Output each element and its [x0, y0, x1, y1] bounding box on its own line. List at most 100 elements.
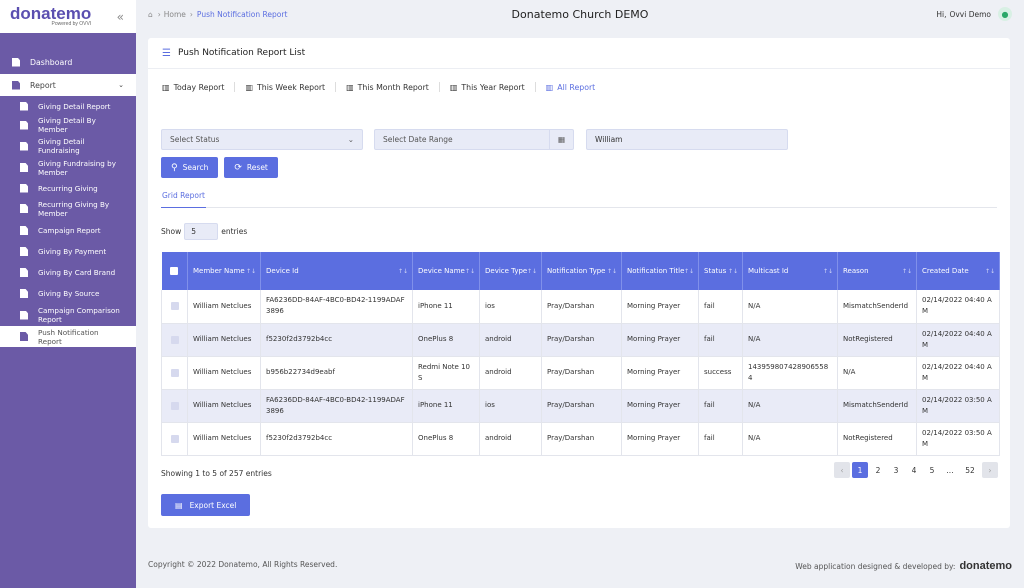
breadcrumb: ⌂ › Home › Push Notification Report	[148, 10, 287, 19]
select-all-checkbox[interactable]	[170, 267, 179, 275]
sidebar-item-dashboard[interactable]: Dashboard	[0, 51, 136, 73]
brand-logo[interactable]: donatemo Powered by OVVI	[10, 5, 91, 27]
sort-icon: ↑↓	[727, 268, 738, 275]
sidebar-sub-giving-detail-by-member[interactable]: Giving Detail By Member	[0, 114, 136, 136]
cell-device-name: OnePlus 8	[412, 323, 480, 357]
report-table: Member Name ↑↓ Device Id ↑↓ Device Name ↑↓ …	[161, 252, 1000, 456]
sort-icon: ↑↓	[245, 268, 256, 275]
row-checkbox[interactable]	[170, 401, 179, 410]
page-button-4[interactable]: 4	[906, 462, 922, 478]
sidebar-sub-giving-by-card-brand[interactable]: Giving By Card Brand	[0, 262, 136, 283]
cell-created-date: 02/14/2022 04:40 AM	[916, 356, 1000, 390]
status-select[interactable]: Select Status ⌄	[161, 129, 363, 150]
column-header-notification-type[interactable]: Notification Type ↑↓	[541, 252, 622, 290]
tab-this-month-report[interactable]: ▥ This Month Report	[346, 82, 440, 92]
sidebar-sub-giving-by-source[interactable]: Giving By Source	[0, 283, 136, 304]
search-input[interactable]: William	[586, 129, 788, 150]
sidebar-sub-recurring-giving[interactable]: Recurring Giving	[0, 179, 136, 197]
tab-today-report[interactable]: ▥ Today Report	[162, 82, 236, 92]
tab-this-year-report[interactable]: ▥ This Year Report	[450, 82, 536, 92]
column-header-device-name[interactable]: Device Name ↑↓	[412, 252, 480, 290]
sidebar-sub-giving-by-payment[interactable]: Giving By Payment	[0, 241, 136, 262]
file-icon	[20, 204, 28, 213]
sidebar-sub-campaign-comparison-report[interactable]: Campaign Comparison Report	[0, 304, 136, 326]
cell-notification-title: Morning Prayer	[621, 389, 699, 423]
tab-grid-report[interactable]: Grid Report	[161, 188, 206, 208]
row-checkbox-cell[interactable]	[161, 290, 188, 324]
entries-per-page-input[interactable]: 5	[184, 223, 219, 240]
sort-icon: ↑↓	[822, 268, 833, 275]
user-avatar-icon[interactable]: ●	[998, 7, 1012, 21]
sidebar-sub-giving-detail-fundraising[interactable]: Giving Detail Fundraising	[0, 136, 136, 156]
column-header-device-id[interactable]: Device Id ↑↓	[260, 252, 413, 290]
column-header-label: Notification Title	[627, 267, 685, 275]
row-checkbox-cell[interactable]	[161, 356, 188, 390]
row-checkbox-cell[interactable]	[161, 389, 188, 423]
row-checkbox[interactable]	[170, 302, 179, 311]
file-icon	[12, 57, 20, 67]
select-all-checkbox-cell[interactable]	[161, 252, 188, 290]
report-submenu: Giving Detail Report Giving Detail By Me…	[0, 96, 136, 347]
row-checkbox[interactable]	[170, 368, 179, 377]
user-menu[interactable]: Hi, Ovvi Demo ●	[936, 7, 1012, 21]
file-icon	[20, 289, 28, 298]
page-button-3[interactable]: 3	[888, 462, 904, 478]
tab-all-report[interactable]: ▥ All Report	[546, 82, 606, 92]
row-checkbox-cell[interactable]	[161, 323, 188, 357]
export-excel-button[interactable]: ▤ Export Excel	[161, 494, 251, 516]
entries-length: Show 5 entries	[161, 223, 247, 240]
page-button-1[interactable]: 1	[852, 462, 868, 478]
sidebar-sub-giving-detail-report[interactable]: Giving Detail Report	[0, 98, 136, 114]
sidebar-sub-label: Giving Fundraising by Member	[38, 158, 116, 177]
prev-page-button[interactable]: ‹	[834, 462, 850, 478]
date-range-input[interactable]: Select Date Range ▦	[374, 129, 574, 150]
sidebar-sub-push-notification-report[interactable]: Push Notification Report	[0, 326, 136, 347]
sidebar-sub-label: Recurring Giving	[38, 183, 98, 193]
sidebar-sub-label: Giving By Source	[38, 289, 100, 298]
column-header-device-type[interactable]: Device Type ↑↓	[479, 252, 542, 290]
row-checkbox-cell[interactable]	[161, 422, 188, 456]
cell-reason: N/A	[837, 356, 917, 390]
sidebar-sub-giving-fundraising-by-member[interactable]: Giving Fundraising by Member	[0, 156, 136, 179]
breadcrumb-home[interactable]: Home	[164, 10, 186, 19]
tab-this-week-report[interactable]: ▥ This Week Report	[245, 82, 337, 92]
bar-chart-icon: ▥	[545, 82, 554, 92]
sidebar-sub-recurring-giving-by-member[interactable]: Recurring Giving By Member	[0, 197, 136, 220]
tab-label: This Month Report	[357, 82, 429, 92]
sidebar-item-label: Dashboard	[30, 57, 73, 67]
calendar-icon[interactable]: ▦	[549, 130, 573, 149]
cell-device-id: FA6236DD-84AF-4BC0-BD42-1199ADAF3896	[260, 389, 413, 423]
sidebar-sub-label: Giving By Card Brand	[38, 268, 116, 277]
home-icon[interactable]: ⌂	[148, 10, 153, 19]
report-tabs: ▥ Today Report ▥ This Week Report ▥ This Mo…	[162, 82, 615, 92]
page-button-2[interactable]: 2	[870, 462, 886, 478]
sidebar-item-report[interactable]: Report ⌄	[0, 74, 136, 96]
page-button-5[interactable]: 5	[924, 462, 940, 478]
column-header-reason[interactable]: Reason ↑↓	[837, 252, 917, 290]
reset-button[interactable]: ⟳ Reset	[224, 157, 278, 178]
next-page-button[interactable]: ›	[982, 462, 998, 478]
column-header-created-date[interactable]: Created Date ↑↓	[916, 252, 1000, 290]
cell-device-id: b956b22734d9eabf	[260, 356, 413, 390]
footer-logo[interactable]: donatemo	[959, 560, 1012, 572]
column-header-status[interactable]: Status ↑↓	[698, 252, 743, 290]
bar-chart-icon: ▥	[449, 82, 458, 92]
footer: Copyright © 2022 Donatemo, All Rights Re…	[148, 560, 1012, 572]
column-header-label: Member Name	[193, 267, 245, 275]
collapse-sidebar-icon[interactable]: «	[117, 10, 124, 24]
reset-button-label: Reset	[246, 163, 268, 172]
excel-icon: ▤	[175, 500, 183, 510]
page-button-52[interactable]: 52	[960, 462, 980, 478]
file-icon	[20, 226, 28, 235]
row-checkbox[interactable]	[170, 335, 179, 344]
row-checkbox[interactable]	[170, 434, 179, 443]
file-icon	[20, 332, 28, 341]
column-header-notification-title[interactable]: Notification Title ↑↓	[621, 252, 699, 290]
column-header-multicast-id[interactable]: Multicast Id ↑↓	[742, 252, 838, 290]
search-button[interactable]: ⚲ Search	[161, 157, 219, 178]
file-icon	[20, 120, 28, 130]
pagination: ‹ 1 2 3 4 5 ... 52 ›	[832, 462, 998, 478]
column-header-member-name[interactable]: Member Name ↑↓	[187, 252, 261, 290]
sidebar-sub-campaign-report[interactable]: Campaign Report	[0, 220, 136, 241]
bar-chart-icon: ▥	[245, 82, 253, 92]
